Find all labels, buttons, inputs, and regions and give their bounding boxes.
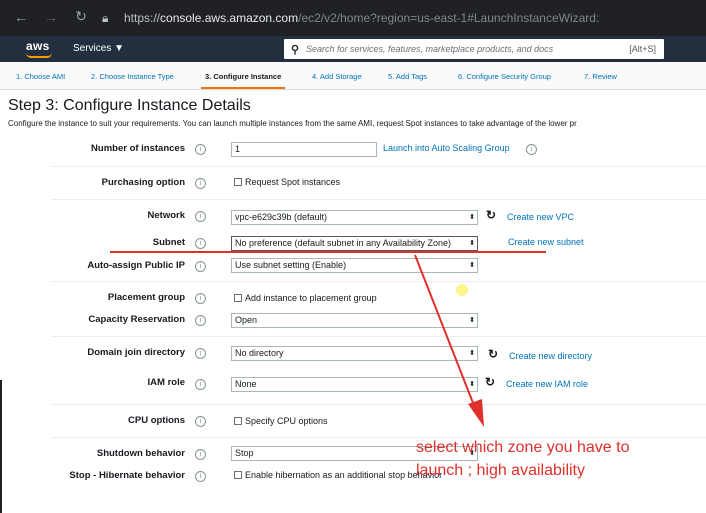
arrow-shaft xyxy=(414,254,476,409)
annotation-line-1: select which zone you have to xyxy=(416,439,630,456)
annotation-line-2: launch ; high availability xyxy=(416,462,585,479)
window-edge xyxy=(0,380,2,513)
handwritten-annotation: select which zone you have to launch ; h… xyxy=(416,436,629,482)
arrow-head xyxy=(468,399,484,427)
